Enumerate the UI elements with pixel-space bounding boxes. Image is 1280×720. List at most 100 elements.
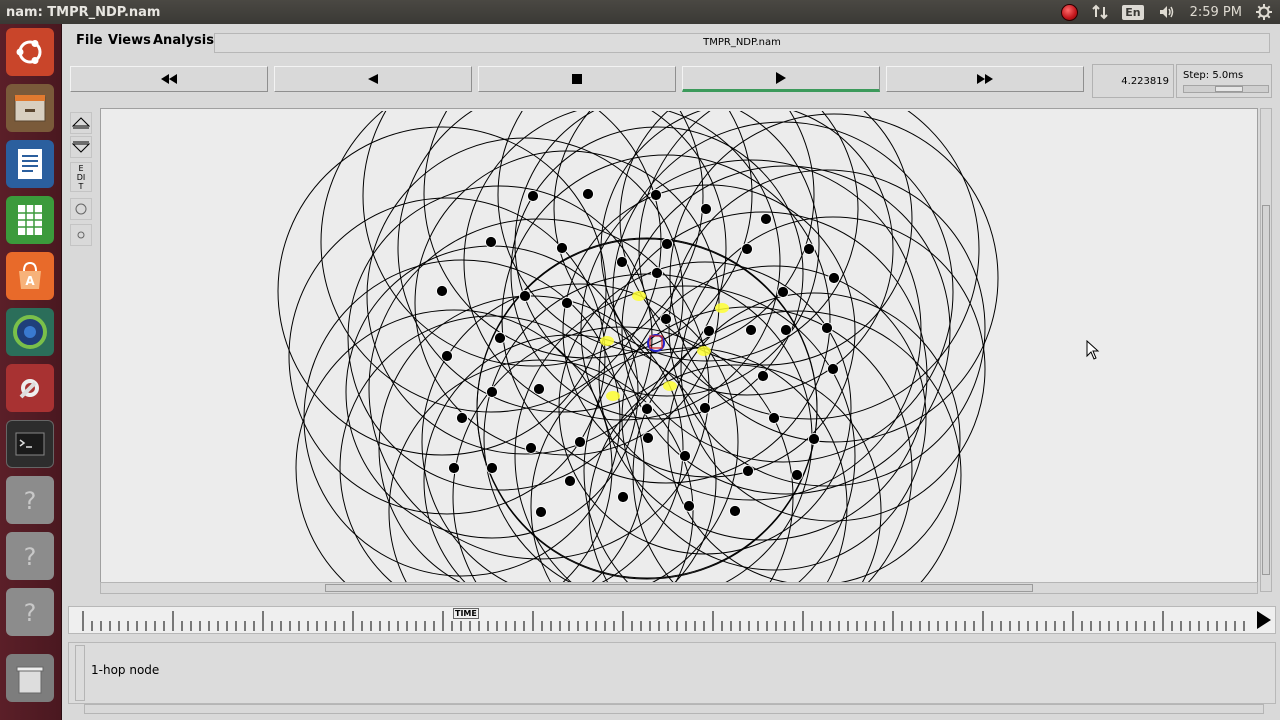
volume-icon[interactable] [1158,0,1176,24]
svg-text:?: ? [24,543,37,571]
network-node[interactable] [700,203,712,215]
network-node[interactable] [436,285,448,297]
network-node[interactable] [527,190,539,202]
network-node[interactable] [745,324,757,336]
network-node[interactable] [803,243,815,255]
side-toolbar: EDIT [70,112,92,250]
terminal-icon[interactable] [6,420,54,468]
network-node[interactable] [661,238,673,250]
network-node[interactable] [535,506,547,518]
rewind-button[interactable] [70,66,268,92]
network-node[interactable] [561,297,573,309]
network-node[interactable] [768,412,780,424]
play-button[interactable] [682,66,880,92]
network-node[interactable] [441,350,453,362]
node-size-down-button[interactable] [70,224,92,246]
menu-analysis[interactable]: Analysis [153,33,214,48]
network-node[interactable] [742,465,754,477]
zoom-out-button[interactable] [70,136,92,158]
transmission-range-circle [423,334,717,585]
annotation-horizontal-scrollbar[interactable] [84,704,1264,714]
keyboard-layout-indicator[interactable]: En [1122,0,1144,24]
network-node[interactable] [485,236,497,248]
record-indicator-icon[interactable] [1061,0,1079,24]
network-node[interactable] [757,370,769,382]
unknown-app-icon[interactable]: ? [6,588,54,636]
network-node[interactable] [525,442,537,454]
trash-icon[interactable] [6,654,54,702]
backward-button[interactable] [274,66,472,92]
network-node[interactable] [703,325,715,337]
network-node[interactable] [760,213,772,225]
network-node[interactable] [448,462,460,474]
network-node[interactable] [679,450,691,462]
files-icon[interactable] [6,84,54,132]
network-node[interactable] [617,491,629,503]
software-center-icon[interactable]: A [6,252,54,300]
network-node[interactable] [556,242,568,254]
network-node[interactable] [808,433,820,445]
animation-canvas[interactable] [105,111,1255,585]
network-node[interactable] [660,313,672,325]
network-node[interactable] [494,332,506,344]
unknown-app-icon[interactable]: ? [6,532,54,580]
session-gear-icon[interactable] [1256,0,1272,24]
network-node[interactable] [780,324,792,336]
network-node[interactable] [729,505,741,517]
network-node[interactable] [683,500,695,512]
browser-icon[interactable] [6,308,54,356]
menu-file[interactable]: File [76,33,103,48]
fast-forward-button[interactable] [886,66,1084,92]
network-node[interactable] [519,290,531,302]
network-node[interactable] [699,402,711,414]
writer-icon[interactable] [6,140,54,188]
network-node[interactable] [533,383,545,395]
packet [697,346,711,356]
network-node[interactable] [616,256,628,268]
unknown-app-icon[interactable]: ? [6,476,54,524]
transmission-range-circle [378,295,684,585]
network-node[interactable] [828,272,840,284]
network-node[interactable] [827,363,839,375]
network-node[interactable] [582,188,594,200]
clock[interactable]: 2:59 PM [1190,0,1242,24]
system-settings-icon[interactable] [6,364,54,412]
timeline-marker[interactable]: TIME [453,608,479,619]
network-node[interactable] [821,322,833,334]
horizontal-scroll-thumb[interactable] [325,584,1033,592]
edit-button[interactable]: EDIT [70,162,92,192]
network-node[interactable] [651,267,663,279]
annotation-vertical-scrollbar[interactable] [75,645,85,701]
network-node[interactable] [650,189,662,201]
timeline-end-arrow-icon[interactable] [1257,611,1271,629]
network-node[interactable] [564,475,576,487]
network-node[interactable] [741,243,753,255]
zoom-in-button[interactable] [70,112,92,134]
network-node[interactable] [486,386,498,398]
network-node[interactable] [791,469,803,481]
network-node[interactable] [777,286,789,298]
network-node[interactable] [486,462,498,474]
network-icon[interactable] [1092,0,1108,24]
network-node[interactable] [641,403,653,415]
ubuntu-logo-icon[interactable] [6,28,54,76]
menubar: File Views Analysis TMPR_NDP.nam [62,30,1280,54]
annotation-text[interactable]: 1-hop node [91,663,159,677]
network-node[interactable] [642,432,654,444]
nam-window: File Views Analysis TMPR_NDP.nam 4.22381… [62,24,1280,720]
step-slider[interactable] [1183,85,1269,93]
zoom-in-icon [72,117,90,129]
calc-icon[interactable] [6,196,54,244]
stop-button[interactable] [478,66,676,92]
menu-views[interactable]: Views [108,33,151,48]
annotation-panel: 1-hop node [68,642,1276,704]
network-node[interactable] [574,436,586,448]
canvas-horizontal-scrollbar[interactable] [100,582,1258,594]
vertical-scroll-thumb[interactable] [1262,205,1270,575]
step-slider-thumb[interactable] [1215,86,1243,92]
network-node[interactable] [456,412,468,424]
top-panel: nam: TMPR_NDP.nam En 2:59 PM [0,0,1280,24]
timeline-slider[interactable]: TIME [68,606,1276,634]
node-size-up-button[interactable] [70,198,92,220]
canvas-vertical-scrollbar[interactable] [1260,108,1272,592]
